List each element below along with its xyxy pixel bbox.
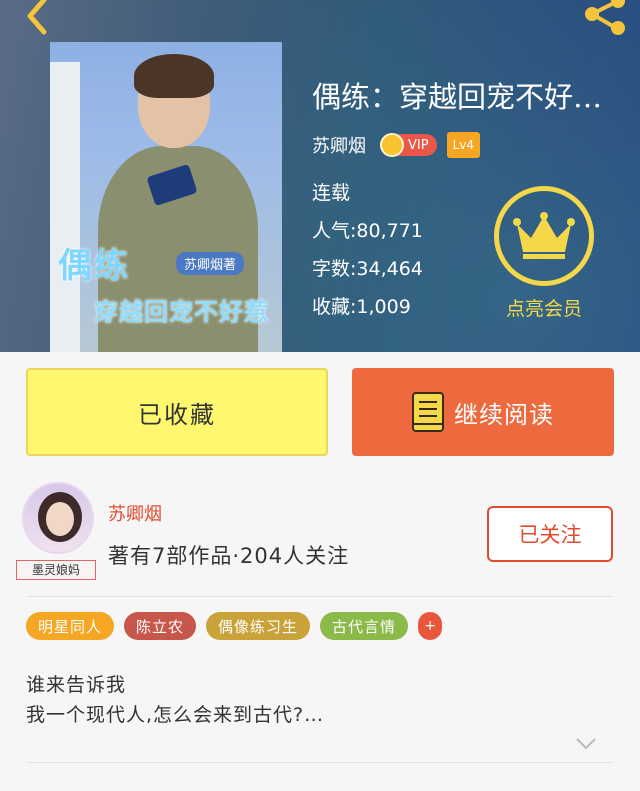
- share-button[interactable]: [580, 0, 630, 36]
- cover-title-line2: 穿越回宠不好惹: [94, 297, 269, 326]
- avatar-badge: 墨灵娘妈: [16, 560, 96, 580]
- book-intro: 谁来告诉我 我一个现代人,怎么会来到古代?…: [26, 674, 325, 726]
- chevron-left-icon: [27, 0, 47, 35]
- cover-panel: [50, 62, 80, 352]
- cover-author-tag: 苏卿烟著: [176, 252, 245, 275]
- avatar-face: [46, 502, 74, 536]
- divider: [26, 762, 614, 763]
- tag-item[interactable]: 陈立农: [124, 612, 197, 640]
- popularity-stat: 人气:80,771: [312, 220, 423, 242]
- tag-item[interactable]: 明星同人: [26, 612, 115, 640]
- divider: [26, 596, 614, 597]
- word-count-stat: 字数:34,464: [312, 258, 423, 280]
- continue-reading-label: 继续阅读: [454, 400, 554, 429]
- vip-crown-icon: [380, 133, 404, 157]
- author-name[interactable]: 苏卿烟: [108, 500, 162, 526]
- book-icon: [412, 392, 444, 432]
- book-title: 偶练：穿越回宠不好…: [312, 80, 603, 114]
- tag-item[interactable]: 偶像练习生: [206, 612, 311, 640]
- cover-person-hair: [134, 54, 214, 98]
- book-cover[interactable]: 偶练 苏卿烟著 穿越回宠不好惹: [50, 42, 282, 352]
- share-icon: [585, 0, 625, 35]
- chevron-down-icon: [576, 738, 596, 750]
- tag-list: 明星同人 陈立农 偶像练习生 古代言情 +: [26, 612, 443, 640]
- author-avatar[interactable]: [22, 482, 94, 554]
- vip-badge: VIP: [380, 133, 437, 157]
- header-author-name[interactable]: 苏卿烟: [312, 132, 366, 158]
- book-stats: 连载 人气:80,771 字数:34,464 收藏:1,009: [312, 178, 423, 330]
- expand-intro-button[interactable]: [574, 736, 598, 752]
- author-line: 苏卿烟 VIP Lv4: [312, 130, 480, 160]
- crown-icon: [513, 212, 575, 259]
- tag-item[interactable]: 古代言情: [320, 612, 409, 640]
- more-tags-button[interactable]: +: [418, 612, 443, 640]
- back-button[interactable]: [14, 0, 54, 36]
- favorites-stat: 收藏:1,009: [312, 296, 411, 318]
- vip-badge-label: VIP: [408, 137, 429, 153]
- continue-reading-button[interactable]: 继续阅读: [352, 368, 614, 456]
- level-badge: Lv4: [446, 132, 480, 158]
- cover-title-line1: 偶练: [58, 246, 130, 286]
- serial-status: 连载: [312, 182, 351, 204]
- author-meta: 著有7部作品·204人关注: [108, 544, 350, 568]
- collected-button[interactable]: 已收藏: [26, 368, 328, 456]
- vip-member-label[interactable]: 点亮会员: [494, 294, 594, 321]
- book-header: 偶练 苏卿烟著 穿越回宠不好惹 偶练：穿越回宠不好… 苏卿烟 VIP Lv4 连…: [0, 0, 640, 352]
- vip-member-button[interactable]: [494, 186, 594, 286]
- follow-button[interactable]: 已关注: [487, 506, 613, 562]
